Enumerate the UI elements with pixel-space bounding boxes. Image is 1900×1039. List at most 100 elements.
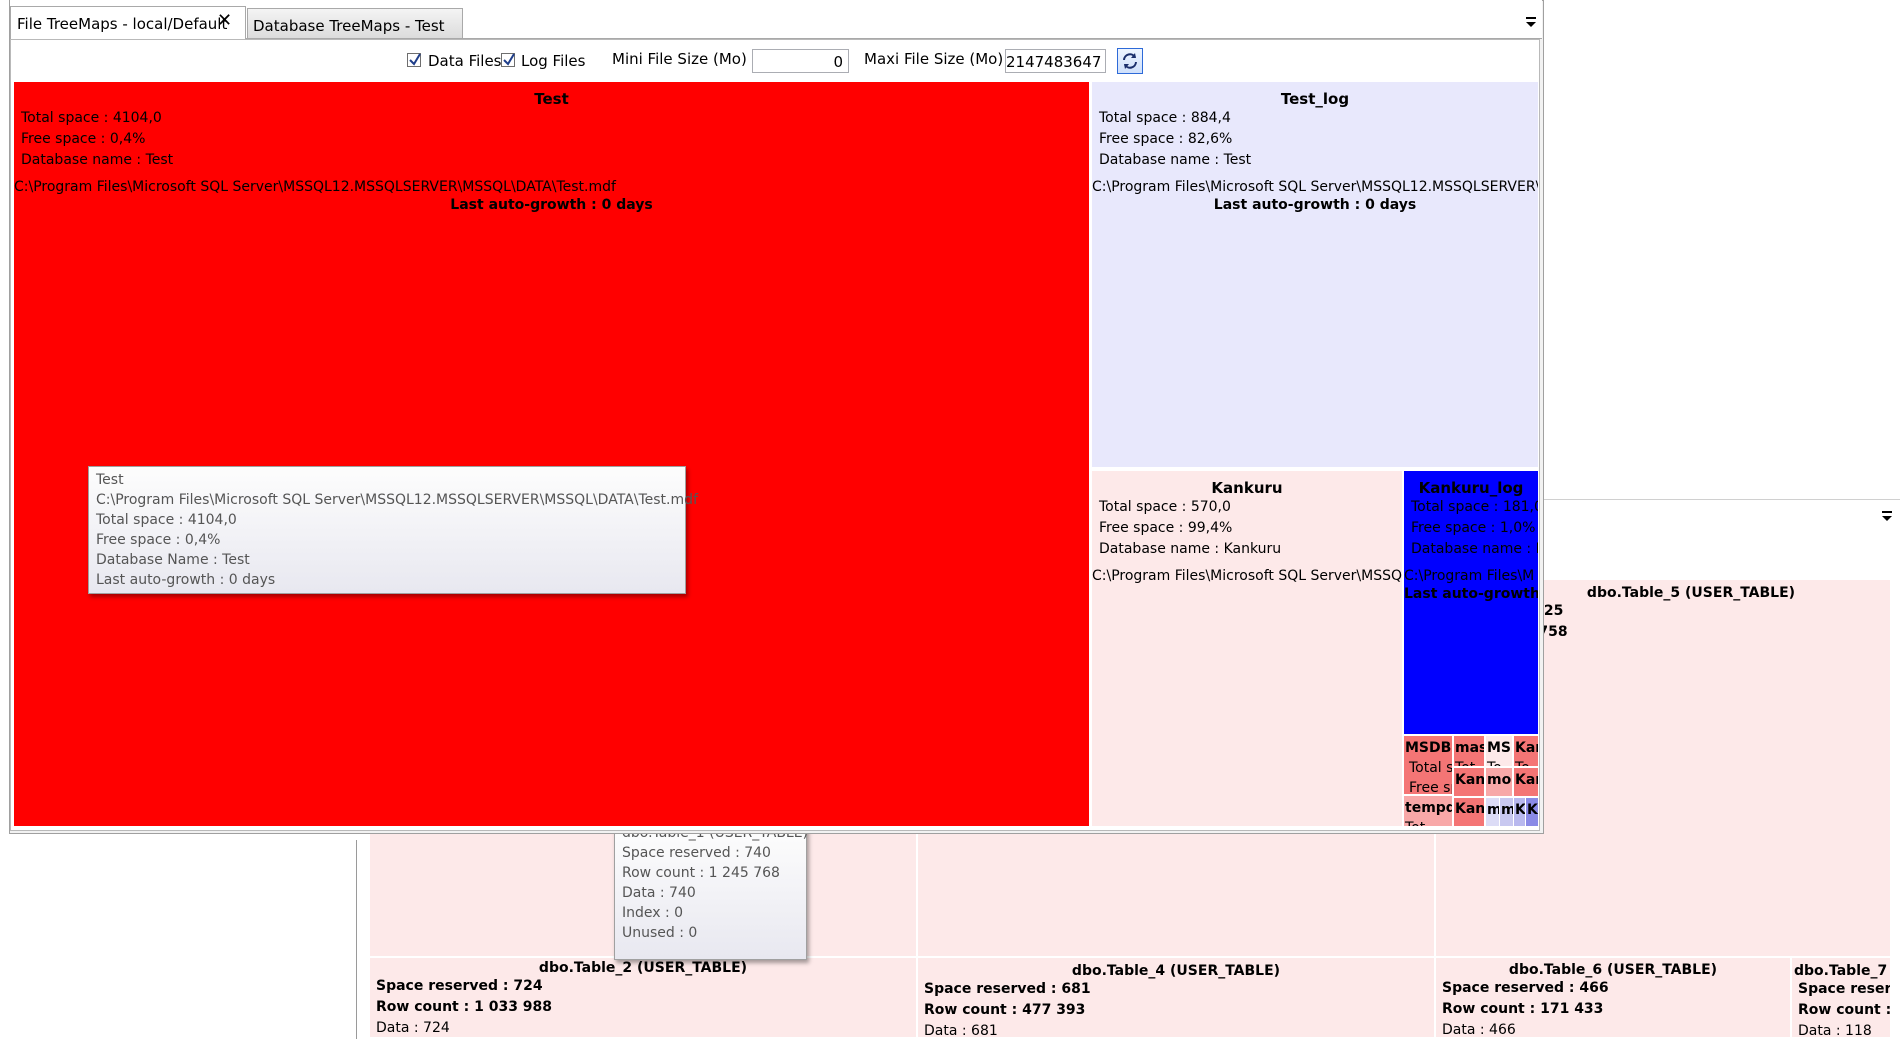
tooltip-unused: Unused : 0 <box>622 925 698 941</box>
cell-total-space: To <box>1515 760 1530 768</box>
table-2-data: Data : 724 <box>376 1020 450 1036</box>
cell-title: Kar <box>1515 772 1538 788</box>
treemap-cell-k-1[interactable]: K <box>1514 798 1526 826</box>
cell-total-space: Total space : 570,0 <box>1099 499 1231 515</box>
table-cell-table-7[interactable]: dbo.Table_7 (U Space reserve Row count :… <box>1792 958 1892 1039</box>
treemap-cell-kankuru-3[interactable]: Kar <box>1514 768 1538 798</box>
table-cell-table-4[interactable]: dbo.Table_4 (USER_TABLE) Space reserved … <box>918 958 1436 1039</box>
cell-title: MSI <box>1487 740 1514 756</box>
treemap-cell-master[interactable]: mas Tot <box>1454 736 1486 768</box>
tab-database-treemaps-label: Database TreeMaps - Test <box>253 17 445 35</box>
treemap-cell-kankuru[interactable]: Kankuru Total space : 570,0 Free space :… <box>1092 471 1404 826</box>
treemap-cell-test-log[interactable]: Test_log Total space : 884,4 Free space … <box>1092 82 1538 469</box>
tooltip-path: C:\Program Files\Microsoft SQL Server\MS… <box>96 492 698 508</box>
tooltip-index: Index : 0 <box>622 905 684 921</box>
close-tab-icon[interactable]: ✕ <box>217 10 232 31</box>
cell-title: tempd <box>1405 800 1454 816</box>
cell-free-space: Free space : 0,4% <box>21 131 146 147</box>
dropdown-menu-icon[interactable] <box>1880 508 1894 526</box>
cell-file-path: C:\Program Files\Microsoft SQL Server\MS… <box>1092 179 1538 195</box>
refresh-icon <box>1123 53 1137 69</box>
tooltip-total-space: Total space : 4104,0 <box>96 512 237 528</box>
table-6-title: dbo.Table_6 (USER_TABLE) <box>1508 962 1718 978</box>
table-4-title: dbo.Table_4 (USER_TABLE) <box>1071 963 1281 979</box>
background-tooltip: dbo.Table_1 (USER_TABLE) Space reserved … <box>614 825 808 960</box>
cell-last-auto-growth: Last auto-growth : 0 days <box>450 197 653 213</box>
treemap-cell-m-2[interactable]: m <box>1500 798 1514 826</box>
cell-free-space: Free space : 82,6% <box>1099 131 1233 147</box>
mini-file-size-input[interactable]: 0 <box>752 49 849 73</box>
treemap-cell-kankuru-1[interactable]: Kar To <box>1514 736 1538 768</box>
cell-title: mas <box>1455 740 1486 756</box>
cell-total-space: Total space : 4104,0 <box>21 110 162 126</box>
cell-total-space: Total space : 884,4 <box>1099 110 1231 126</box>
table-6-reserved: Space reserved : 466 <box>1442 980 1609 996</box>
log-files-checkbox[interactable] <box>501 53 515 67</box>
tab-file-treemaps[interactable]: File TreeMaps - local/Default <box>10 6 246 39</box>
tooltip-last-auto-growth: Last auto-growth : 0 days <box>96 572 276 588</box>
cell-total-space: Tot <box>1405 818 1452 826</box>
cell-title: Test_log <box>1280 90 1350 108</box>
table-cell-table-6[interactable]: dbo.Table_6 (USER_TABLE) Space reserved … <box>1436 958 1792 1039</box>
cell-title: m <box>1487 802 1499 818</box>
table-4-rows: Row count : 477 393 <box>924 1002 1086 1018</box>
table-7-data: Data : 118 <box>1798 1023 1872 1039</box>
cell-database-name: Database name : Test <box>21 152 174 168</box>
treemap-cell-model[interactable]: mo <box>1486 768 1514 798</box>
cell-file-path: C:\Program Files\Microsoft SQL Server\MS… <box>1092 568 1404 584</box>
cell-title: Kankuru_log <box>1418 479 1524 497</box>
treemap-cell-kankuru-4[interactable]: Kan <box>1454 798 1486 826</box>
tooltip-row-count: Row count : 1 245 768 <box>622 865 780 881</box>
cell-free-space: Free sp <box>1409 780 1452 796</box>
cell-title: mo <box>1487 772 1512 788</box>
tooltip-database-name: Database Name : Test <box>96 552 250 568</box>
background-divider <box>356 840 357 1039</box>
tab-database-treemaps[interactable]: Database TreeMaps - Test <box>247 8 463 38</box>
cell-tooltip: Test C:\Program Files\Microsoft SQL Serv… <box>88 466 698 594</box>
treemap-cell-kankuru-log[interactable]: Kankuru_log Total space : 181,0 Free spa… <box>1404 471 1538 736</box>
cell-free-space: Free space : 99,4% <box>1099 520 1233 536</box>
cell-title: Kankuru <box>1211 479 1283 497</box>
table-2-rows: Row count : 1 033 988 <box>376 999 553 1015</box>
cell-title: MSDBL <box>1405 740 1452 756</box>
background-window-header <box>1543 499 1900 540</box>
table-cell-table-2[interactable]: dbo.Table_2 (USER_TABLE) Space reserved … <box>370 958 918 1039</box>
dropdown-menu-icon[interactable] <box>1524 14 1538 32</box>
maxi-file-size-input[interactable]: 2147483647 <box>1005 49 1106 73</box>
table-2-title: dbo.Table_2 (USER_TABLE) <box>538 960 748 976</box>
log-files-label: Log Files <box>521 52 586 70</box>
cell-title: K <box>1527 802 1538 818</box>
treemap-cell-k-2[interactable]: K <box>1526 798 1538 826</box>
treemap-cell-m-1[interactable]: m <box>1486 798 1500 826</box>
maxi-file-size-label: Maxi File Size (Mo) <box>864 50 1004 68</box>
table-7-rows: Row count : 5 <box>1798 1002 1892 1018</box>
treemap-cell-msdb[interactable]: MSDBL Total s Free sp <box>1404 736 1454 796</box>
tooltip-free-space: Free space : 0,4% <box>96 532 221 548</box>
file-treemap: Test Total space : 4104,0 Free space : 0… <box>14 82 1538 826</box>
treemap-cell-kankuru-2[interactable]: Kan <box>1454 768 1486 798</box>
cell-last-auto-growth: Last auto-growth : 0 days <box>1213 197 1417 213</box>
cell-database-name: Database name : Test <box>1099 152 1252 168</box>
checkmark-icon <box>409 53 421 66</box>
treemap-cell-test[interactable]: Test Total space : 4104,0 Free space : 0… <box>14 82 1091 826</box>
table-5-title: dbo.Table_5 (USER_TABLE) <box>1586 585 1796 601</box>
data-files-checkbox[interactable] <box>407 53 421 67</box>
checkmark-icon <box>503 53 515 66</box>
table-4-data: Data : 681 <box>924 1023 998 1039</box>
cell-title: Kan <box>1455 801 1486 817</box>
treemap-cell-tempdb[interactable]: tempd Tot <box>1404 796 1454 826</box>
cell-title: Kan <box>1455 772 1486 788</box>
cell-last-auto-growth: Last auto-growth : <box>1404 586 1538 602</box>
cell-database-name: Database name : K <box>1411 541 1538 557</box>
cell-database-name: Database name : Kankuru <box>1099 541 1282 557</box>
treemap-cell-msdb-log[interactable]: MSI To <box>1486 736 1514 768</box>
tab-file-treemaps-label: File TreeMaps - local/Default <box>17 15 228 33</box>
cell-total-space: Tot <box>1455 760 1476 768</box>
cell-title: K <box>1515 802 1526 818</box>
cell-free-space: Free space : 1,0% <box>1411 520 1536 536</box>
table-7-reserved: Space reserve <box>1798 981 1892 997</box>
tooltip-data: Data : 740 <box>622 885 696 901</box>
refresh-button[interactable] <box>1117 48 1143 74</box>
cell-title: Kar <box>1515 740 1538 756</box>
cell-title: Test <box>534 90 569 108</box>
